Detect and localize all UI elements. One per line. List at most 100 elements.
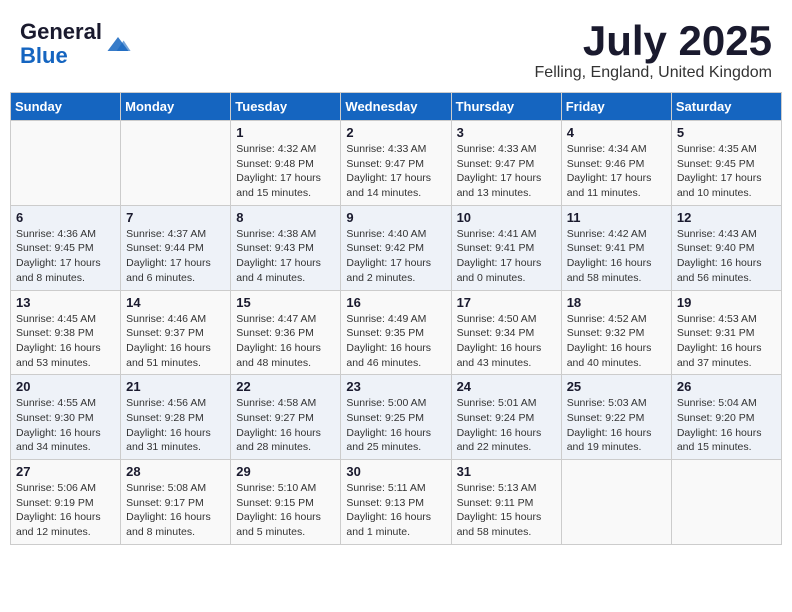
day-number: 12 (677, 210, 776, 225)
calendar-day-cell: 15 Sunrise: 4:47 AMSunset: 9:36 PMDayligh… (231, 290, 341, 375)
calendar-day-cell: 13 Sunrise: 4:45 AMSunset: 9:38 PMDayligh… (11, 290, 121, 375)
calendar-week-row: 6 Sunrise: 4:36 AMSunset: 9:45 PMDaylight… (11, 205, 782, 290)
calendar-day-header: Sunday (11, 93, 121, 121)
calendar-day-cell: 21Sunrise: 4:56 AMSunset: 9:28 PMDayligh… (121, 375, 231, 460)
day-number: 11 (567, 210, 666, 225)
calendar-day-cell: 12Sunrise: 4:43 AMSunset: 9:40 PMDayligh… (671, 205, 781, 290)
day-detail: Sunrise: 4:49 AMSunset: 9:35 PMDaylight:… (346, 313, 431, 369)
calendar-day-cell: 5 Sunrise: 4:35 AMSunset: 9:45 PMDaylight… (671, 121, 781, 206)
calendar-day-cell: 1 Sunrise: 4:32 AMSunset: 9:48 PMDaylight… (231, 121, 341, 206)
calendar-day-cell: 31Sunrise: 5:13 AMSunset: 9:11 PMDayligh… (451, 460, 561, 545)
day-number: 1 (236, 125, 335, 140)
calendar-day-cell: 26 Sunrise: 5:04 AMSunset: 9:20 PMDayligh… (671, 375, 781, 460)
day-number: 16 (346, 295, 445, 310)
day-detail: Sunrise: 5:08 AMSunset: 9:17 PMDaylight:… (126, 482, 211, 538)
day-detail: Sunrise: 5:10 AMSunset: 9:15 PMDaylight:… (236, 482, 321, 538)
month-title: July 2025 (535, 20, 772, 62)
calendar-day-cell: 23 Sunrise: 5:00 AMSunset: 9:25 PMDayligh… (341, 375, 451, 460)
calendar-day-cell: 29 Sunrise: 5:10 AMSunset: 9:15 PMDayligh… (231, 460, 341, 545)
day-detail: Sunrise: 4:46 AMSunset: 9:37 PMDaylight:… (126, 313, 211, 369)
day-detail: Sunrise: 4:52 AMSunset: 9:32 PMDaylight:… (567, 313, 652, 369)
calendar-day-cell: 6 Sunrise: 4:36 AMSunset: 9:45 PMDaylight… (11, 205, 121, 290)
day-number: 15 (236, 295, 335, 310)
day-detail: Sunrise: 5:01 AMSunset: 9:24 PMDaylight:… (457, 397, 542, 453)
day-detail: Sunrise: 4:37 AMSunset: 9:44 PMDaylight:… (126, 228, 211, 284)
logo-general-text: General (20, 19, 102, 44)
calendar-day-cell: 27 Sunrise: 5:06 AMSunset: 9:19 PMDayligh… (11, 460, 121, 545)
day-detail: Sunrise: 4:45 AMSunset: 9:38 PMDaylight:… (16, 313, 101, 369)
day-detail: Sunrise: 4:55 AMSunset: 9:30 PMDaylight:… (16, 397, 101, 453)
day-number: 6 (16, 210, 115, 225)
day-detail: Sunrise: 5:11 AMSunset: 9:13 PMDaylight:… (346, 482, 431, 538)
calendar-day-header: Saturday (671, 93, 781, 121)
calendar-day-cell: 9Sunrise: 4:40 AMSunset: 9:42 PMDaylight… (341, 205, 451, 290)
calendar-day-cell (121, 121, 231, 206)
logo-icon (104, 30, 132, 58)
day-detail: Sunrise: 5:13 AMSunset: 9:11 PMDaylight:… (457, 482, 542, 538)
title-block: July 2025 Felling, England, United Kingd… (535, 20, 772, 82)
calendar-day-cell: 2Sunrise: 4:33 AMSunset: 9:47 PMDaylight… (341, 121, 451, 206)
day-detail: Sunrise: 4:35 AMSunset: 9:45 PMDaylight:… (677, 143, 762, 199)
day-detail: Sunrise: 4:36 AMSunset: 9:45 PMDaylight:… (16, 228, 101, 284)
day-number: 10 (457, 210, 556, 225)
calendar-day-cell: 22 Sunrise: 4:58 AMSunset: 9:27 PMDayligh… (231, 375, 341, 460)
day-number: 14 (126, 295, 225, 310)
calendar-week-row: 27 Sunrise: 5:06 AMSunset: 9:19 PMDayligh… (11, 460, 782, 545)
calendar-day-cell: 11Sunrise: 4:42 AMSunset: 9:41 PMDayligh… (561, 205, 671, 290)
day-number: 18 (567, 295, 666, 310)
day-number: 19 (677, 295, 776, 310)
day-number: 3 (457, 125, 556, 140)
day-number: 26 (677, 379, 776, 394)
day-number: 4 (567, 125, 666, 140)
day-detail: Sunrise: 5:03 AMSunset: 9:22 PMDaylight:… (567, 397, 652, 453)
day-number: 24 (457, 379, 556, 394)
calendar-day-cell: 7 Sunrise: 4:37 AMSunset: 9:44 PMDaylight… (121, 205, 231, 290)
calendar-day-cell: 4 Sunrise: 4:34 AMSunset: 9:46 PMDaylight… (561, 121, 671, 206)
calendar-day-cell (11, 121, 121, 206)
day-detail: Sunrise: 4:50 AMSunset: 9:34 PMDaylight:… (457, 313, 542, 369)
logo-blue-text: Blue (20, 43, 68, 68)
calendar-day-cell: 25 Sunrise: 5:03 AMSunset: 9:22 PMDayligh… (561, 375, 671, 460)
day-detail: Sunrise: 4:38 AMSunset: 9:43 PMDaylight:… (236, 228, 321, 284)
day-detail: Sunrise: 4:58 AMSunset: 9:27 PMDaylight:… (236, 397, 321, 453)
day-number: 13 (16, 295, 115, 310)
day-number: 22 (236, 379, 335, 394)
calendar-day-cell: 16 Sunrise: 4:49 AMSunset: 9:35 PMDayligh… (341, 290, 451, 375)
day-number: 29 (236, 464, 335, 479)
logo: General Blue (20, 20, 132, 68)
calendar-week-row: 13 Sunrise: 4:45 AMSunset: 9:38 PMDayligh… (11, 290, 782, 375)
day-number: 7 (126, 210, 225, 225)
day-detail: Sunrise: 4:41 AMSunset: 9:41 PMDaylight:… (457, 228, 542, 284)
day-number: 5 (677, 125, 776, 140)
day-number: 20 (16, 379, 115, 394)
day-number: 8 (236, 210, 335, 225)
calendar-day-cell: 24 Sunrise: 5:01 AMSunset: 9:24 PMDayligh… (451, 375, 561, 460)
day-detail: Sunrise: 4:47 AMSunset: 9:36 PMDaylight:… (236, 313, 321, 369)
day-detail: Sunrise: 5:00 AMSunset: 9:25 PMDaylight:… (346, 397, 431, 453)
day-number: 23 (346, 379, 445, 394)
day-detail: Sunrise: 4:40 AMSunset: 9:42 PMDaylight:… (346, 228, 431, 284)
calendar-day-cell: 18 Sunrise: 4:52 AMSunset: 9:32 PMDayligh… (561, 290, 671, 375)
day-detail: Sunrise: 4:34 AMSunset: 9:46 PMDaylight:… (567, 143, 652, 199)
calendar-day-cell: 14 Sunrise: 4:46 AMSunset: 9:37 PMDayligh… (121, 290, 231, 375)
page-header: General Blue July 2025 Felling, England,… (10, 10, 782, 87)
calendar-day-header: Friday (561, 93, 671, 121)
calendar-day-cell (561, 460, 671, 545)
day-detail: Sunrise: 4:33 AMSunset: 9:47 PMDaylight:… (457, 143, 542, 199)
day-detail: Sunrise: 5:06 AMSunset: 9:19 PMDaylight:… (16, 482, 101, 538)
calendar-day-header: Wednesday (341, 93, 451, 121)
calendar-day-cell: 8 Sunrise: 4:38 AMSunset: 9:43 PMDaylight… (231, 205, 341, 290)
calendar-table: SundayMondayTuesdayWednesdayThursdayFrid… (10, 92, 782, 545)
calendar-day-header: Monday (121, 93, 231, 121)
calendar-day-cell: 17Sunrise: 4:50 AMSunset: 9:34 PMDayligh… (451, 290, 561, 375)
day-detail: Sunrise: 5:04 AMSunset: 9:20 PMDaylight:… (677, 397, 762, 453)
day-number: 30 (346, 464, 445, 479)
day-number: 27 (16, 464, 115, 479)
calendar-day-cell: 10 Sunrise: 4:41 AMSunset: 9:41 PMDayligh… (451, 205, 561, 290)
day-number: 2 (346, 125, 445, 140)
calendar-week-row: 1 Sunrise: 4:32 AMSunset: 9:48 PMDaylight… (11, 121, 782, 206)
calendar-day-cell: 28Sunrise: 5:08 AMSunset: 9:17 PMDayligh… (121, 460, 231, 545)
day-number: 25 (567, 379, 666, 394)
location: Felling, England, United Kingdom (535, 64, 772, 82)
day-detail: Sunrise: 4:32 AMSunset: 9:48 PMDaylight:… (236, 143, 321, 199)
